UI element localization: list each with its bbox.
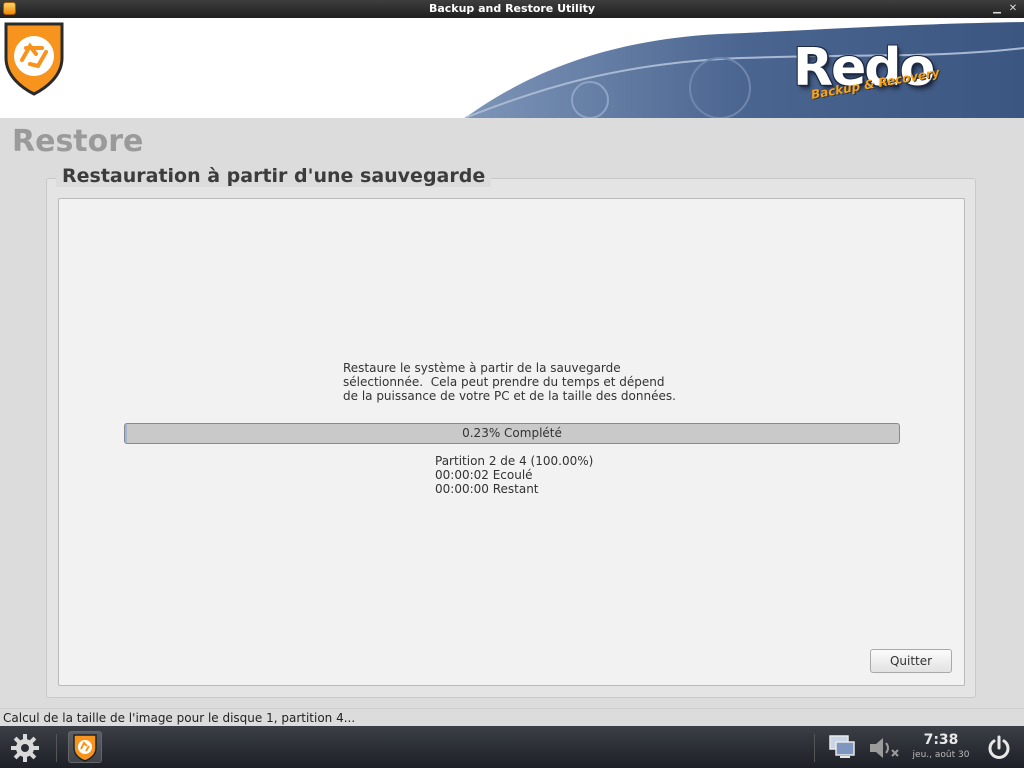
power-icon[interactable] <box>986 735 1012 761</box>
taskbar-separator <box>56 734 57 762</box>
remaining-time: 00:00:00 Restant <box>435 482 539 496</box>
clock-date: jeu., août 30 <box>912 750 970 760</box>
app-logo-icon <box>3 2 16 15</box>
recycle-badge-icon <box>4 22 64 96</box>
page-title: Restore <box>12 124 144 159</box>
group-title: Restauration à partir d'une sauvegarde <box>56 165 492 187</box>
header-banner: Redo Backup & Recovery <box>0 18 1024 118</box>
elapsed-time: 00:00:02 Ecoulé <box>435 468 533 482</box>
partition-status: Partition 2 de 4 (100.00%) <box>435 454 594 468</box>
minimize-button[interactable]: ▁ <box>990 0 1004 18</box>
status-bar-text: Calcul de la taille de l'image pour le d… <box>0 708 1024 726</box>
network-icon[interactable] <box>828 734 856 760</box>
redo-app-icon <box>73 734 97 762</box>
settings-gear-icon[interactable] <box>10 733 40 763</box>
quit-button[interactable]: Quitter <box>870 649 952 673</box>
volume-muted-icon[interactable] <box>868 735 902 761</box>
taskbar-separator <box>814 734 815 762</box>
progress-label: 0.23% Complété <box>462 426 562 440</box>
restore-description: Restaure le système à partir de la sauve… <box>343 361 676 403</box>
window-title-bar: Backup and Restore Utility ▁ ✕ <box>0 0 1024 18</box>
close-button[interactable]: ✕ <box>1006 0 1020 18</box>
clock-time[interactable]: 7:38 <box>905 732 977 748</box>
restore-progress-bar: 0.23% Complété <box>124 423 900 444</box>
restore-status: Partition 2 de 4 (100.00%) 00:00:02 Ecou… <box>435 454 593 496</box>
window-title: Backup and Restore Utility <box>428 2 596 15</box>
redo-taskbar-button[interactable] <box>68 731 102 763</box>
taskbar <box>0 726 1024 768</box>
